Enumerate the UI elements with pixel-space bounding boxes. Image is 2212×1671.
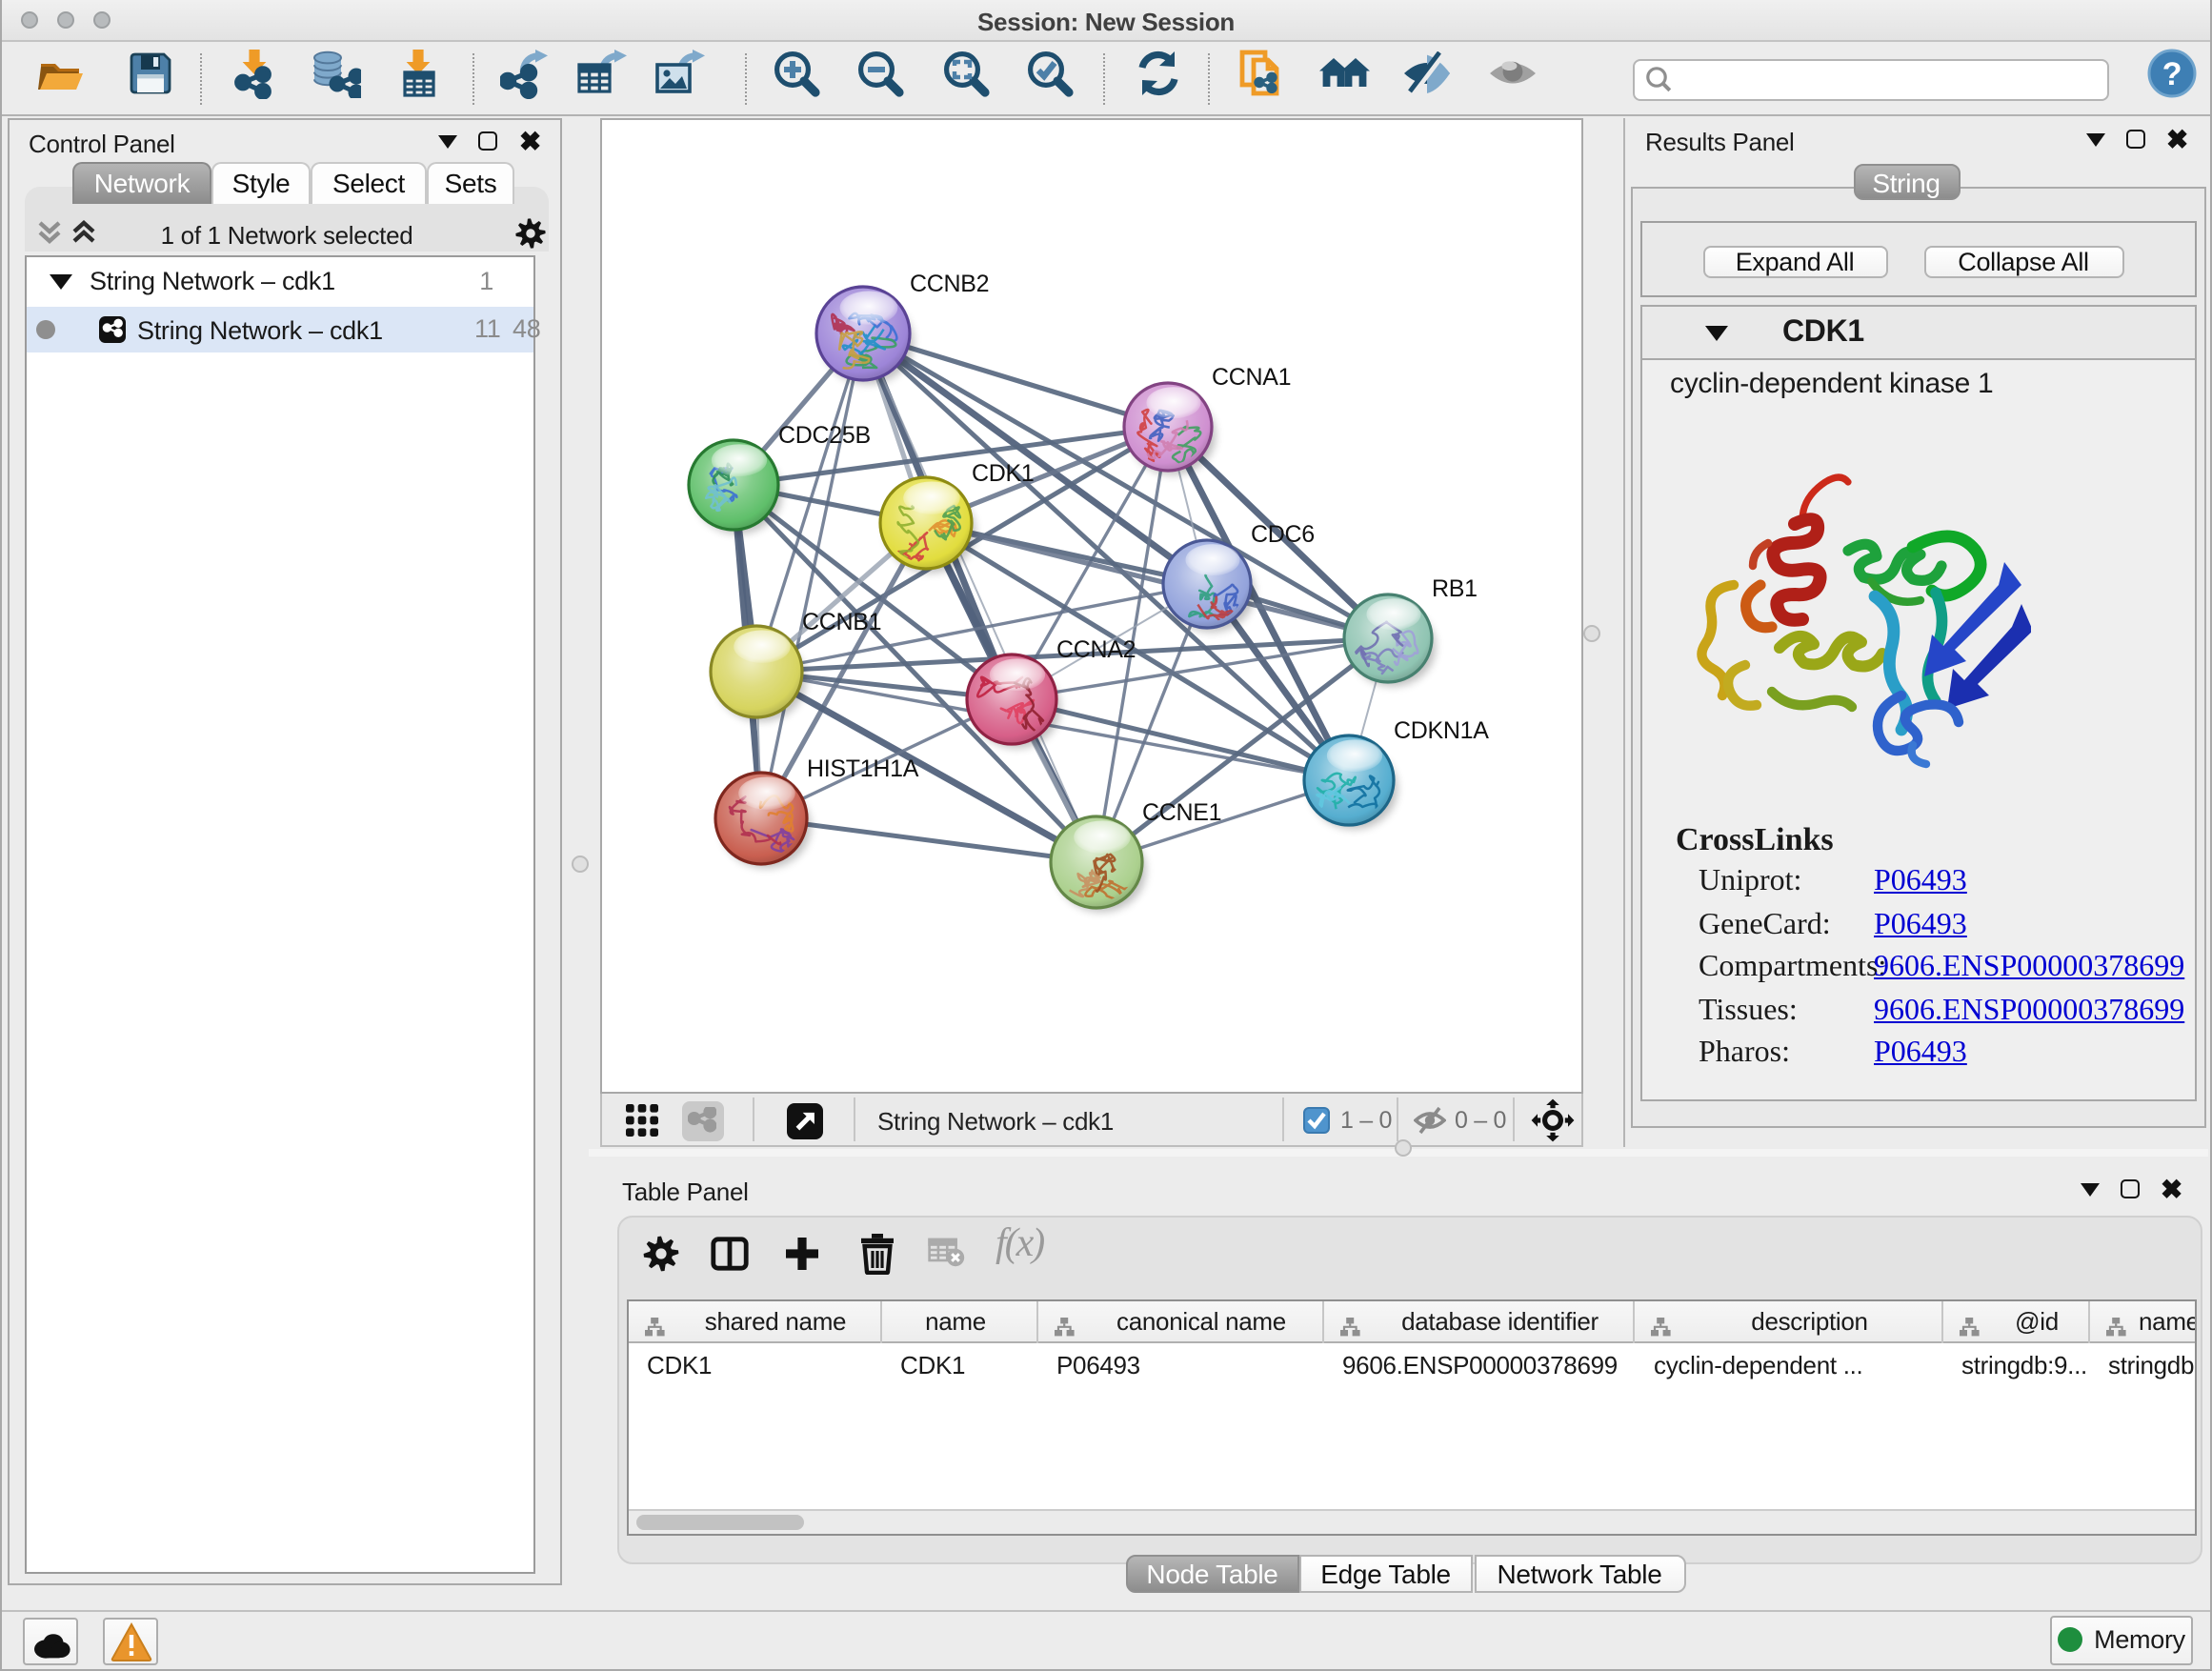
svg-text:CCNA1: CCNA1 <box>1211 364 1290 391</box>
svg-text:?: ? <box>2162 57 2182 93</box>
svg-text:RB1: RB1 <box>1431 575 1477 602</box>
svg-text:CDC25B: CDC25B <box>777 422 870 449</box>
svg-text:CCNE1: CCNE1 <box>1141 799 1220 826</box>
svg-text:CDK1: CDK1 <box>971 460 1034 487</box>
svg-text:CDKN1A: CDKN1A <box>1393 717 1488 744</box>
svg-text:CCNB1: CCNB1 <box>801 609 880 635</box>
svg-text:CDC6: CDC6 <box>1250 521 1314 548</box>
svg-text:CCNB2: CCNB2 <box>909 271 988 297</box>
svg-text:HIST1H1A: HIST1H1A <box>806 755 918 782</box>
svg-text:CCNA2: CCNA2 <box>1056 636 1135 663</box>
